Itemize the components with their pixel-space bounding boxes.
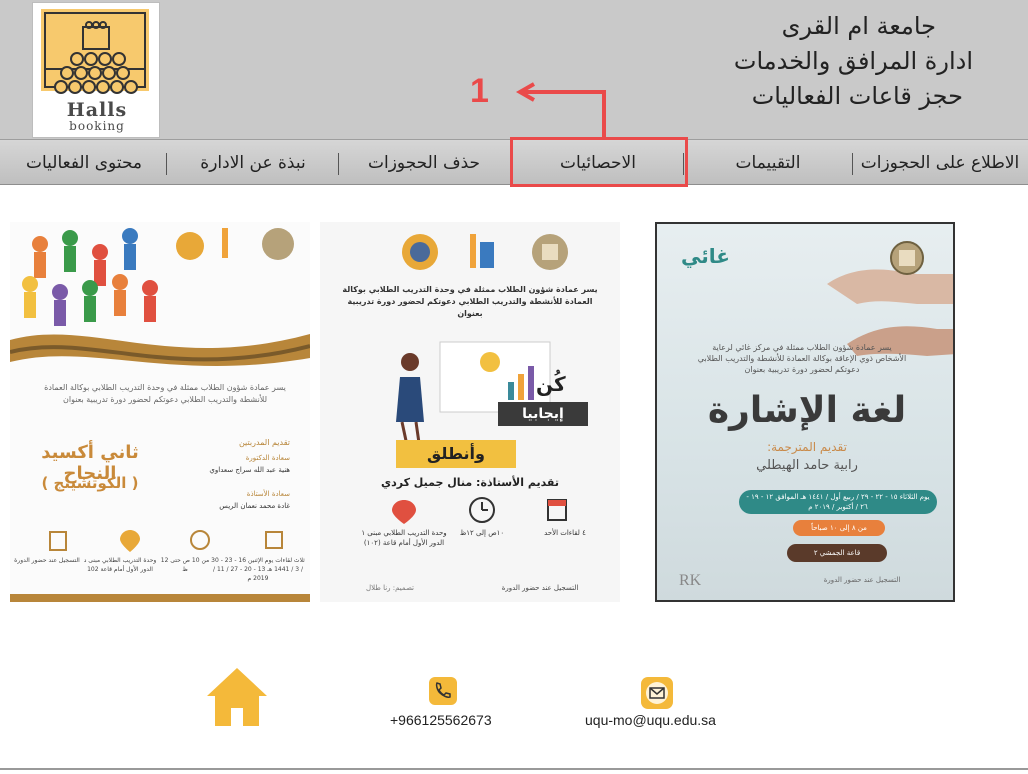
poster-intro-text: يسر عمادة شؤون الطلاب ممثلة في مركز غائي…	[697, 343, 907, 374]
nav-ratings[interactable]: التقييمات	[688, 140, 848, 186]
event-time-pill: من ٨ إلى ١٠ صباحاً	[793, 520, 885, 536]
nav-divider	[852, 153, 853, 175]
poster-subtitle: ( الكوتشينج )	[41, 474, 139, 492]
contact-email[interactable]: uqu-mo@uqu.edu.sa	[585, 712, 716, 728]
info-days: ٤ لقاءات الأحد	[544, 529, 586, 537]
annotation-highlight-box	[510, 137, 688, 187]
lecture-hall-icon	[41, 9, 149, 94]
registration-note: التسجيل عند حضور الدورة	[14, 557, 80, 564]
halls-booking-logo[interactable]: Halls booking	[32, 2, 160, 138]
event-poster-be-positive[interactable]: يسر عمادة شؤون الطلاب ممثلة في وحدة التد…	[320, 222, 620, 602]
design-credit: تصميم: رنا طلال	[366, 584, 414, 592]
presenter-1-role: سعادة الدكتورة	[245, 454, 290, 462]
presenter-2-role: سعادة الأستاذة	[246, 490, 290, 498]
presenter-label: تقديم المترجمة:	[767, 440, 847, 454]
logo-word-halls: Halls	[66, 99, 128, 121]
info-time: من 10 ص حتى 12 ظ	[160, 557, 210, 573]
nav-delete-bookings[interactable]: حذف الحجوزات	[340, 140, 508, 186]
nav-view-bookings[interactable]: الاطلاع على الحجوزات	[855, 140, 1025, 186]
nav-events-content[interactable]: محتوى الفعاليات	[4, 140, 164, 186]
event-poster-sign-language[interactable]: غائي يسر عمادة شؤون الطلاب ممثلة في مركز…	[655, 222, 955, 602]
poster-title: لغة الإشارة	[707, 390, 907, 431]
registration-note: التسجيل عند حضور الدورة	[823, 576, 901, 584]
registration-note: التسجيل عند حضور الدورة	[501, 584, 579, 592]
university-seal-icon	[890, 241, 924, 275]
event-poster-coaching[interactable]: يسر عمادة شؤون الطلاب ممثلة في وحدة التد…	[10, 222, 310, 602]
presenter-name: تقديم الأستاذة: منال جميل كردي	[381, 476, 559, 489]
info-time: ١٠ص إلى ١٢ظ	[459, 529, 505, 537]
presenter-2-name: غادة محمد نعمان الريس	[219, 502, 290, 510]
presenter-name: رابية حامد الهيطلي	[756, 458, 858, 473]
header: Halls booking جامعة ام القرى ادارة المرا…	[0, 0, 1028, 140]
contact-phone[interactable]: +966125562673	[390, 712, 492, 728]
footer-divider	[0, 768, 1028, 770]
sponsor-logos-icon	[402, 234, 568, 270]
info-icons-row	[392, 497, 567, 524]
designer-mark: RK	[679, 572, 702, 589]
info-days: ثلاث لقاءات يوم الإثنين 16 - 23 - 30 / 3…	[211, 557, 305, 582]
department-name: ادارة المرافق والخدمات	[733, 47, 973, 75]
email-icon	[641, 677, 673, 709]
nav-divider	[338, 153, 339, 175]
annotation-arrow-icon	[515, 82, 606, 138]
event-date-pill: يوم الثلاثاء ١٥ - ٢٢ - ٢٩ / ربيع أول / ١…	[739, 490, 937, 514]
presentation-illustration	[396, 341, 551, 451]
info-place: وحدة التدريب الطلابي مبنى د الدور الأول …	[83, 557, 157, 573]
slogan-word-positive: إيجابيا	[498, 402, 588, 426]
info-icons-row	[49, 530, 283, 552]
phone-icon	[429, 677, 457, 705]
poster-bottom-band	[10, 594, 310, 602]
slogan-word-go: وأنطلق	[396, 440, 516, 468]
ghaey-brand-logo: غائي	[681, 244, 730, 268]
event-location-pill: قاعة الجمشي ٢	[787, 544, 887, 562]
logo-word-booking: booking	[69, 119, 125, 133]
poster-intro-text: يسر عمادة شؤون الطلاب ممثلة في وحدة التد…	[342, 285, 598, 318]
nav-divider	[166, 153, 167, 175]
home-icon[interactable]	[205, 666, 269, 728]
site-subtitle: حجز قاعات الفعاليات	[751, 82, 963, 110]
poster-intro-text: يسر عمادة شؤون الطلاب ممثلة في وحدة التد…	[44, 383, 286, 404]
nav-about-administration[interactable]: نبذة عن الادارة	[170, 140, 336, 186]
slogan-word-be: كُن	[536, 372, 566, 396]
info-place: وحدة التدريب الطلابي مبنى ١ الدور الأول …	[361, 529, 447, 547]
presenter-1-name: هنية عبد الله سراج سعداوي	[209, 466, 290, 474]
annotation-number: 1	[470, 72, 489, 110]
university-name: جامعة ام القرى	[781, 12, 936, 40]
presenters-label: تقديم المدربتين	[238, 438, 290, 447]
people-network-illustration	[10, 228, 310, 366]
